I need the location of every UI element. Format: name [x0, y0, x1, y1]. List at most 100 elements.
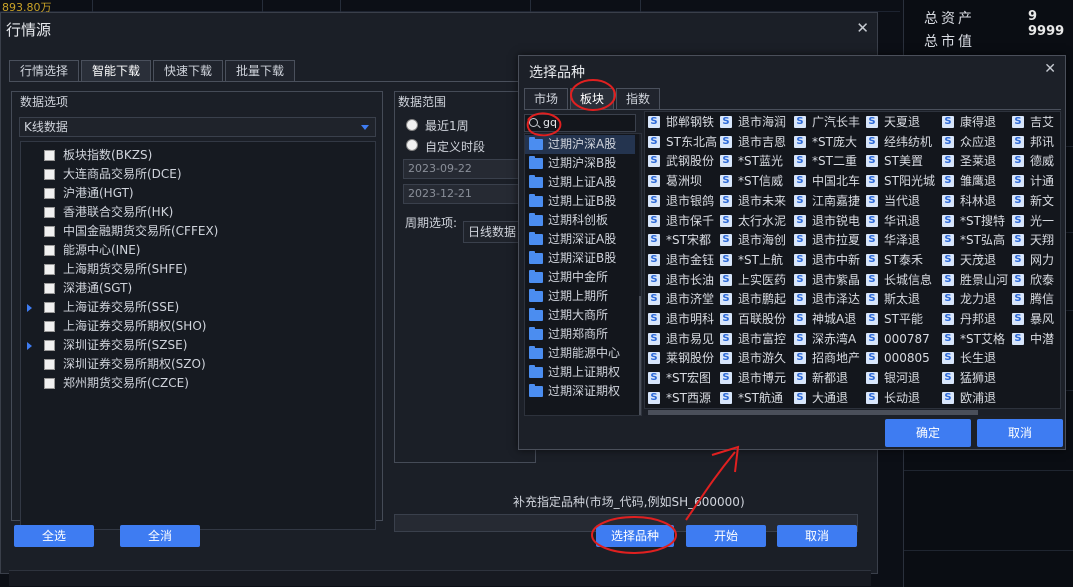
- sector-folder-item[interactable]: 过期沪深A股: [525, 135, 635, 154]
- stock-item[interactable]: S *ST弘高: [939, 231, 1009, 250]
- stock-item[interactable]: S 新都退: [791, 369, 863, 388]
- tab-sector[interactable]: 板块: [570, 88, 615, 110]
- search-input[interactable]: gq: [524, 114, 636, 132]
- sector-folder-item[interactable]: 过期郑商所: [525, 325, 635, 344]
- scroll-thumb[interactable]: [639, 296, 641, 415]
- stock-item[interactable]: S 百联股份: [717, 310, 791, 329]
- stock-item[interactable]: S 众应退: [939, 133, 1009, 152]
- stock-item[interactable]: S 退市海创: [717, 231, 791, 250]
- stock-item[interactable]: S 吉艾: [1009, 113, 1059, 132]
- stock-item[interactable]: S 退市锐电: [791, 212, 863, 231]
- stock-item[interactable]: S 邦讯: [1009, 133, 1059, 152]
- stock-item[interactable]: S 华讯退: [863, 212, 939, 231]
- stock-item[interactable]: S 退市海润: [717, 113, 791, 132]
- exchange-item[interactable]: 中国金融期货交易所(CFFEX): [21, 222, 371, 241]
- stock-item[interactable]: S 天翔: [1009, 231, 1059, 250]
- stock-item[interactable]: S 退市鹏起: [717, 290, 791, 309]
- stock-item[interactable]: S *ST蓝光: [717, 152, 791, 171]
- stock-item[interactable]: S 退市长油: [645, 271, 717, 290]
- exchange-checkbox[interactable]: [44, 359, 55, 370]
- exchange-checkbox[interactable]: [44, 245, 55, 256]
- custom-range-radio[interactable]: [406, 139, 418, 151]
- stock-item[interactable]: S *ST二重: [791, 152, 863, 171]
- stock-item[interactable]: S 退市泽达: [791, 290, 863, 309]
- stock-item[interactable]: S *ST信威: [717, 172, 791, 191]
- stock-item[interactable]: S ST阳光城: [863, 172, 939, 191]
- tab-batch-download[interactable]: 批量下载: [225, 60, 296, 82]
- stock-item[interactable]: S 退市保千: [645, 212, 717, 231]
- stock-item[interactable]: S 康得退: [939, 113, 1009, 132]
- stock-item[interactable]: S 退市易见: [645, 330, 717, 349]
- stock-item[interactable]: S 莱钢股份: [645, 349, 717, 368]
- select-all-button[interactable]: 全选: [14, 525, 94, 547]
- select-variety-button[interactable]: 选择品种: [596, 525, 674, 547]
- stock-item[interactable]: S 科林退: [939, 192, 1009, 211]
- sector-folder-item[interactable]: 过期中金所: [525, 268, 635, 287]
- grid-scrollbar[interactable]: [644, 409, 1061, 416]
- tab-smart-download[interactable]: 智能下载: [81, 60, 152, 82]
- exchange-checkbox[interactable]: [44, 283, 55, 294]
- tab-market-select[interactable]: 行情选择: [9, 60, 80, 82]
- exchange-checkbox[interactable]: [44, 302, 55, 313]
- exchange-item[interactable]: 大连商品交易所(DCE): [21, 165, 371, 184]
- stock-item[interactable]: S 长生退: [939, 349, 1009, 368]
- stock-item[interactable]: S 欣泰: [1009, 271, 1059, 290]
- stock-item[interactable]: S 圣莱退: [939, 152, 1009, 171]
- stock-item[interactable]: S 华泽退: [863, 231, 939, 250]
- stock-item[interactable]: S 腾信: [1009, 290, 1059, 309]
- stock-item[interactable]: S 雏鹰退: [939, 172, 1009, 191]
- sector-folder-item[interactable]: 过期能源中心: [525, 344, 635, 363]
- stock-item[interactable]: S *ST宏图: [645, 369, 717, 388]
- sector-folder-item[interactable]: 过期上证期权: [525, 363, 635, 382]
- stock-item[interactable]: S 招商地产: [791, 349, 863, 368]
- stock-item[interactable]: S 000805: [863, 349, 939, 368]
- stock-item[interactable]: S 退市紫晶: [791, 271, 863, 290]
- deselect-all-button[interactable]: 全消: [120, 525, 200, 547]
- sector-folder-item[interactable]: 过期大商所: [525, 306, 635, 325]
- start-button[interactable]: 开始: [686, 525, 766, 547]
- stock-item[interactable]: S 龙力退: [939, 290, 1009, 309]
- stock-item[interactable]: S 计通: [1009, 172, 1059, 191]
- exchange-item[interactable]: 沪港通(HGT): [21, 184, 371, 203]
- stock-item[interactable]: S 太行水泥: [717, 212, 791, 231]
- stock-item[interactable]: S 长城信息: [863, 271, 939, 290]
- exchange-item[interactable]: 深圳证券交易所期权(SZO): [21, 355, 371, 374]
- stock-item[interactable]: S 德威: [1009, 152, 1059, 171]
- sector-folder-item[interactable]: 过期上证B股: [525, 192, 635, 211]
- exchange-item[interactable]: 板块指数(BKZS): [21, 146, 371, 165]
- sector-folder-item[interactable]: 过期上期所: [525, 287, 635, 306]
- close-icon[interactable]: ✕: [856, 19, 869, 37]
- sub-cancel-button[interactable]: 取消: [977, 419, 1063, 447]
- stock-item[interactable]: S 欧浦退: [939, 389, 1009, 408]
- expand-arrow-icon[interactable]: [27, 342, 32, 350]
- exchange-item[interactable]: 香港联合交易所(HK): [21, 203, 371, 222]
- exchange-item[interactable]: 深圳证券交易所(SZSE): [21, 336, 371, 355]
- stock-item[interactable]: S 江南嘉捷: [791, 192, 863, 211]
- sector-folder-item[interactable]: 过期科创板: [525, 211, 635, 230]
- stock-item[interactable]: S 丹邦退: [939, 310, 1009, 329]
- sector-folder-item[interactable]: 过期深证期权: [525, 382, 635, 401]
- exchange-checkbox[interactable]: [44, 188, 55, 199]
- scroll-thumb[interactable]: [648, 410, 978, 415]
- exchange-item[interactable]: 深港通(SGT): [21, 279, 371, 298]
- stock-item[interactable]: S 邯郸钢铁: [645, 113, 717, 132]
- data-type-select[interactable]: K线数据: [19, 117, 376, 137]
- exchange-checkbox[interactable]: [44, 207, 55, 218]
- stock-item[interactable]: S 退市博元: [717, 369, 791, 388]
- recent-week-radio[interactable]: [406, 119, 418, 131]
- stock-item[interactable]: S 天茂退: [939, 251, 1009, 270]
- stock-item[interactable]: S 胜景山河: [939, 271, 1009, 290]
- tab-index[interactable]: 指数: [616, 88, 661, 110]
- stock-item[interactable]: S 退市游久: [717, 349, 791, 368]
- sector-folder-item[interactable]: 过期深证B股: [525, 249, 635, 268]
- stock-item[interactable]: S *ST宋都: [645, 231, 717, 250]
- stock-item[interactable]: S 银河退: [863, 369, 939, 388]
- stock-item[interactable]: S 退市明科: [645, 310, 717, 329]
- stock-item[interactable]: S 退市未来: [717, 192, 791, 211]
- exchange-item[interactable]: 上海证券交易所期权(SHO): [21, 317, 371, 336]
- exchange-item[interactable]: 能源中心(INE): [21, 241, 371, 260]
- end-date-input[interactable]: 2023-12-21: [403, 184, 529, 204]
- stock-item[interactable]: S *ST搜特: [939, 212, 1009, 231]
- stock-item[interactable]: S 中潜: [1009, 330, 1059, 349]
- tab-market[interactable]: 市场: [524, 88, 569, 110]
